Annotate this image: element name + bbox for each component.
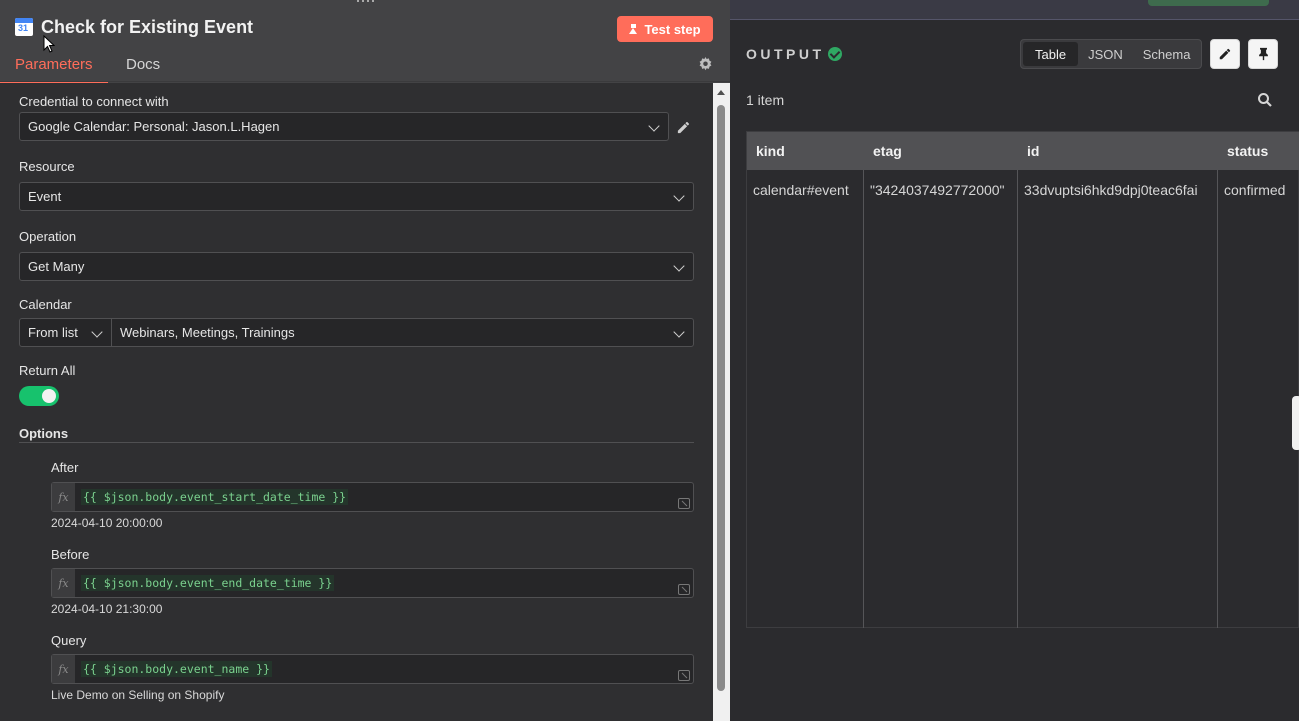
table-column <box>747 170 864 628</box>
resource-label: Resource <box>19 159 75 174</box>
success-check-icon <box>828 47 842 61</box>
before-label: Before <box>51 547 90 562</box>
scroll-up-arrow-icon[interactable] <box>717 90 725 95</box>
output-table: kind etag id status calendar#event "3424… <box>746 131 1299 628</box>
test-step-label: Test step <box>644 21 701 37</box>
mouse-cursor-icon <box>43 35 55 53</box>
calendar-mode-value: From list <box>28 325 78 340</box>
fx-icon: fx <box>52 483 75 511</box>
options-label: Options <box>19 426 69 441</box>
calendar-mode-select[interactable]: From list <box>19 318 112 347</box>
credential-label: Credential to connect with <box>19 94 169 109</box>
column-header-etag: etag <box>864 132 1018 170</box>
fx-icon: fx <box>52 569 75 597</box>
column-header-status: status <box>1218 132 1299 170</box>
view-table-button[interactable]: Table <box>1023 42 1079 66</box>
chevron-down-icon <box>91 326 103 338</box>
tab-docs[interactable]: Docs <box>126 56 160 73</box>
resource-select[interactable]: Event <box>19 182 694 211</box>
after-result: 2024-04-10 20:00:00 <box>51 516 163 530</box>
chevron-down-icon <box>673 326 685 338</box>
expand-icon[interactable] <box>678 584 690 595</box>
return-all-toggle[interactable] <box>19 386 59 406</box>
pencil-icon <box>1219 48 1231 60</box>
query-expression: {{ $json.body.event_name }} <box>81 661 272 677</box>
side-panel-handle[interactable] <box>1292 396 1299 450</box>
query-result: Live Demo on Selling on Shopify <box>51 688 225 702</box>
cell-etag: "3424037492772000" <box>870 182 1005 198</box>
cell-id: 33dvuptsi6hkd9dpj0teac6fai <box>1024 182 1198 198</box>
view-schema-button[interactable]: Schema <box>1133 42 1201 66</box>
search-icon[interactable] <box>1257 92 1273 108</box>
scrollbar[interactable] <box>713 83 730 721</box>
table-column <box>864 170 1018 628</box>
after-expression: {{ $json.body.event_start_date_time }} <box>81 489 349 505</box>
node-title[interactable]: Check for Existing Event <box>41 17 253 38</box>
canvas-top-bar <box>730 0 1299 20</box>
before-expression: {{ $json.body.event_end_date_time }} <box>81 575 335 591</box>
calendar-value: Webinars, Meetings, Trainings <box>120 325 295 340</box>
after-label: After <box>51 460 79 475</box>
column-header-id: id <box>1018 132 1218 170</box>
after-expression-input[interactable]: fx {{ $json.body.event_start_date_time }… <box>51 482 694 512</box>
canvas-button-edge <box>1148 0 1269 6</box>
calendar-label: Calendar <box>19 297 72 312</box>
node-parameters-panel: 31 Check for Existing Event Test step Pa… <box>0 0 730 721</box>
fx-icon: fx <box>52 655 75 683</box>
cell-status: confirmed <box>1224 182 1286 198</box>
output-panel: OUTPUT Table JSON Schema 1 item kind eta… <box>730 21 1299 721</box>
panel-tabs: Parameters Docs <box>0 52 730 84</box>
options-divider <box>19 442 694 443</box>
return-all-label: Return All <box>19 363 76 378</box>
credential-select[interactable]: Google Calendar: Personal: Jason.L.Hagen <box>19 112 669 141</box>
chevron-down-icon <box>648 120 660 132</box>
scrollbar-thumb[interactable] <box>717 105 725 691</box>
table-column <box>1018 170 1218 628</box>
edit-output-button[interactable] <box>1210 39 1240 69</box>
view-switcher: Table JSON Schema <box>1020 39 1202 69</box>
query-expression-input[interactable]: fx {{ $json.body.event_name }} <box>51 654 694 684</box>
item-count: 1 item <box>746 92 785 108</box>
panel-header: 31 Check for Existing Event Test step Pa… <box>0 0 730 84</box>
tab-parameters[interactable]: Parameters <box>0 56 107 84</box>
view-json-button[interactable]: JSON <box>1078 42 1133 66</box>
edit-credential-icon[interactable] <box>676 120 691 135</box>
flask-icon <box>629 24 638 34</box>
pin-output-button[interactable] <box>1248 39 1278 69</box>
before-expression-input[interactable]: fx {{ $json.body.event_end_date_time }} <box>51 568 694 598</box>
google-calendar-icon: 31 <box>15 18 33 36</box>
before-result: 2024-04-10 21:30:00 <box>51 602 163 616</box>
operation-value: Get Many <box>28 259 85 274</box>
parameters-body: Credential to connect with Google Calend… <box>0 83 713 721</box>
chevron-down-icon <box>673 260 685 272</box>
column-header-kind: kind <box>747 132 864 170</box>
credential-value: Google Calendar: Personal: Jason.L.Hagen <box>28 119 280 134</box>
cell-kind: calendar#event <box>753 182 849 198</box>
gear-icon[interactable] <box>698 57 713 72</box>
output-label: OUTPUT <box>746 46 825 62</box>
expand-icon[interactable] <box>678 498 690 509</box>
calendar-select[interactable]: Webinars, Meetings, Trainings <box>111 318 694 347</box>
operation-select[interactable]: Get Many <box>19 252 694 281</box>
resource-value: Event <box>28 189 62 204</box>
chevron-down-icon <box>673 190 685 202</box>
query-label: Query <box>51 633 87 648</box>
operation-label: Operation <box>19 229 77 244</box>
test-step-button[interactable]: Test step <box>617 16 713 42</box>
pin-icon <box>1258 47 1268 61</box>
expand-icon[interactable] <box>678 670 690 681</box>
